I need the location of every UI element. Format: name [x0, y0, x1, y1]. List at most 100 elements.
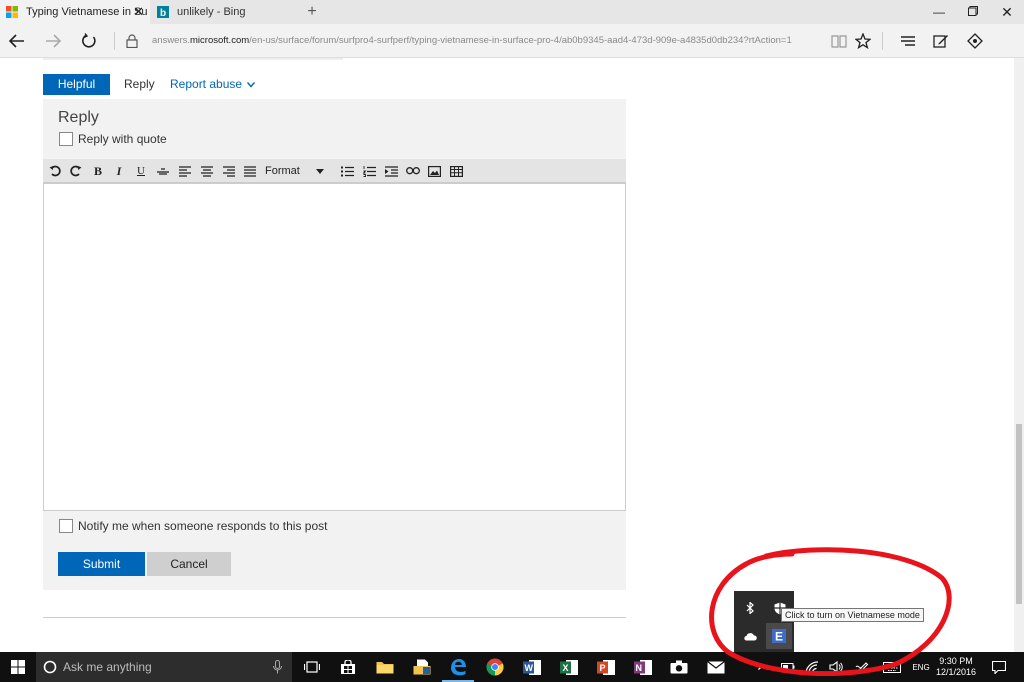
windows-logo-icon [11, 660, 25, 674]
clock-time: 9:30 PM [939, 656, 973, 666]
close-tab-icon[interactable]: ✕ [133, 0, 144, 24]
hub-button[interactable] [893, 24, 923, 58]
url-field[interactable]: answers.microsoft.com/en-us/surface/foru… [152, 24, 820, 58]
onedrive-tray-button[interactable] [738, 625, 762, 647]
justify-button[interactable] [239, 159, 261, 183]
helpful-button[interactable]: Helpful [43, 74, 110, 95]
numbered-list-button[interactable] [358, 159, 380, 183]
reply-heading: Reply [58, 109, 99, 126]
italic-button[interactable]: I [108, 159, 130, 183]
favorite-button[interactable] [848, 24, 878, 58]
new-tab-button[interactable]: + [300, 0, 324, 24]
restore-icon [968, 6, 978, 16]
task-view-icon [304, 661, 320, 673]
mail-button[interactable] [700, 652, 732, 682]
camera-icon [670, 660, 688, 674]
url-host-domain: microsoft.com [190, 35, 250, 46]
format-dropdown[interactable]: Format [262, 159, 334, 183]
redo-button[interactable] [65, 159, 87, 183]
insert-table-button[interactable] [445, 159, 467, 183]
reply-editor[interactable] [43, 183, 626, 511]
edge-button[interactable] [442, 652, 474, 682]
reply-with-quote-checkbox[interactable] [59, 132, 73, 146]
table-icon [449, 165, 463, 177]
svg-text:b: b [160, 8, 166, 18]
svg-text:N: N [636, 663, 643, 673]
touch-keyboard-button[interactable] [880, 652, 904, 682]
tray-tooltip: Click to turn on Vietnamese mode [781, 608, 924, 622]
share-button[interactable] [960, 24, 990, 58]
lock-icon[interactable] [117, 24, 147, 58]
minimize-button[interactable]: — [922, 0, 956, 24]
onenote-button[interactable]: N [627, 652, 659, 682]
align-center-icon [201, 165, 213, 177]
close-window-button[interactable]: ✕ [990, 0, 1024, 24]
url-host-prefix: answers. [152, 35, 191, 46]
chrome-button[interactable] [479, 652, 511, 682]
submit-button[interactable]: Submit [58, 552, 145, 576]
pen-icon [855, 662, 869, 674]
bluetooth-tray-button[interactable] [738, 597, 762, 619]
tab-label: Typing Vietnamese in Su [26, 6, 148, 18]
refresh-button[interactable] [74, 24, 104, 58]
indent-button[interactable] [380, 159, 402, 183]
back-arrow-icon [9, 34, 24, 48]
documents-button[interactable] [406, 652, 438, 682]
notify-checkbox[interactable] [59, 519, 73, 533]
align-right-button[interactable] [218, 159, 240, 183]
restore-button[interactable] [956, 0, 990, 24]
battery-button[interactable] [778, 652, 798, 682]
tab-bing[interactable]: b unlikely - Bing [151, 0, 299, 24]
page-scrollbar[interactable] [1014, 58, 1024, 652]
vietnamese-ime-tray-button[interactable]: E [766, 623, 792, 649]
excel-logo-icon: X [560, 659, 578, 675]
forward-button[interactable] [38, 24, 68, 58]
justify-icon [244, 165, 256, 177]
taskbar-clock[interactable]: 9:30 PM 12/1/2016 [932, 656, 980, 678]
show-hidden-icons-button[interactable] [754, 652, 772, 682]
store-button[interactable] [332, 652, 364, 682]
cancel-button[interactable]: Cancel [147, 552, 231, 576]
star-icon [855, 33, 871, 49]
notification-icon [992, 660, 1006, 674]
language-indicator[interactable]: ENG [912, 652, 930, 682]
web-note-button[interactable] [926, 24, 956, 58]
volume-button[interactable] [826, 652, 846, 682]
word-logo-icon: W [523, 659, 541, 675]
strikethrough-button[interactable] [152, 159, 174, 183]
file-explorer-button[interactable] [369, 652, 401, 682]
windows-ink-button[interactable] [852, 652, 872, 682]
camera-button[interactable] [663, 652, 695, 682]
start-button[interactable] [2, 652, 34, 682]
wifi-button[interactable] [802, 652, 822, 682]
back-button[interactable] [2, 24, 32, 58]
url-path: /en-us/surface/forum/surfpro4-surfperf/t… [249, 35, 792, 46]
chevron-down-icon [247, 82, 256, 88]
cortana-search-box[interactable]: Ask me anything [36, 652, 292, 682]
format-dropdown-label: Format [265, 165, 300, 177]
word-button[interactable]: W [516, 652, 548, 682]
scrollbar-thumb[interactable] [1016, 424, 1022, 604]
undo-button[interactable] [44, 159, 66, 183]
cortana-icon [43, 660, 57, 674]
page-content: Helpful Reply Report abuse Reply Reply w… [0, 58, 1024, 652]
excel-button[interactable]: X [553, 652, 585, 682]
powerpoint-button[interactable]: P [590, 652, 622, 682]
insert-image-button[interactable] [423, 159, 445, 183]
action-center-button[interactable] [988, 652, 1010, 682]
bulleted-list-button[interactable] [336, 159, 358, 183]
align-center-button[interactable] [196, 159, 218, 183]
hub-icon [901, 36, 915, 46]
align-left-button[interactable] [174, 159, 196, 183]
task-view-button[interactable] [296, 652, 328, 682]
microphone-icon [273, 660, 282, 674]
report-abuse-link[interactable]: Report abuse [170, 77, 256, 91]
reply-link[interactable]: Reply [124, 77, 155, 91]
insert-link-button[interactable] [402, 159, 424, 183]
underline-button[interactable]: U [130, 159, 152, 183]
chevron-up-icon [758, 664, 768, 670]
bold-button[interactable]: B [87, 159, 109, 183]
tab-typing-vietnamese[interactable]: Typing Vietnamese in Su ✕ [0, 0, 150, 24]
speaker-icon [829, 661, 843, 673]
divider [43, 617, 626, 618]
